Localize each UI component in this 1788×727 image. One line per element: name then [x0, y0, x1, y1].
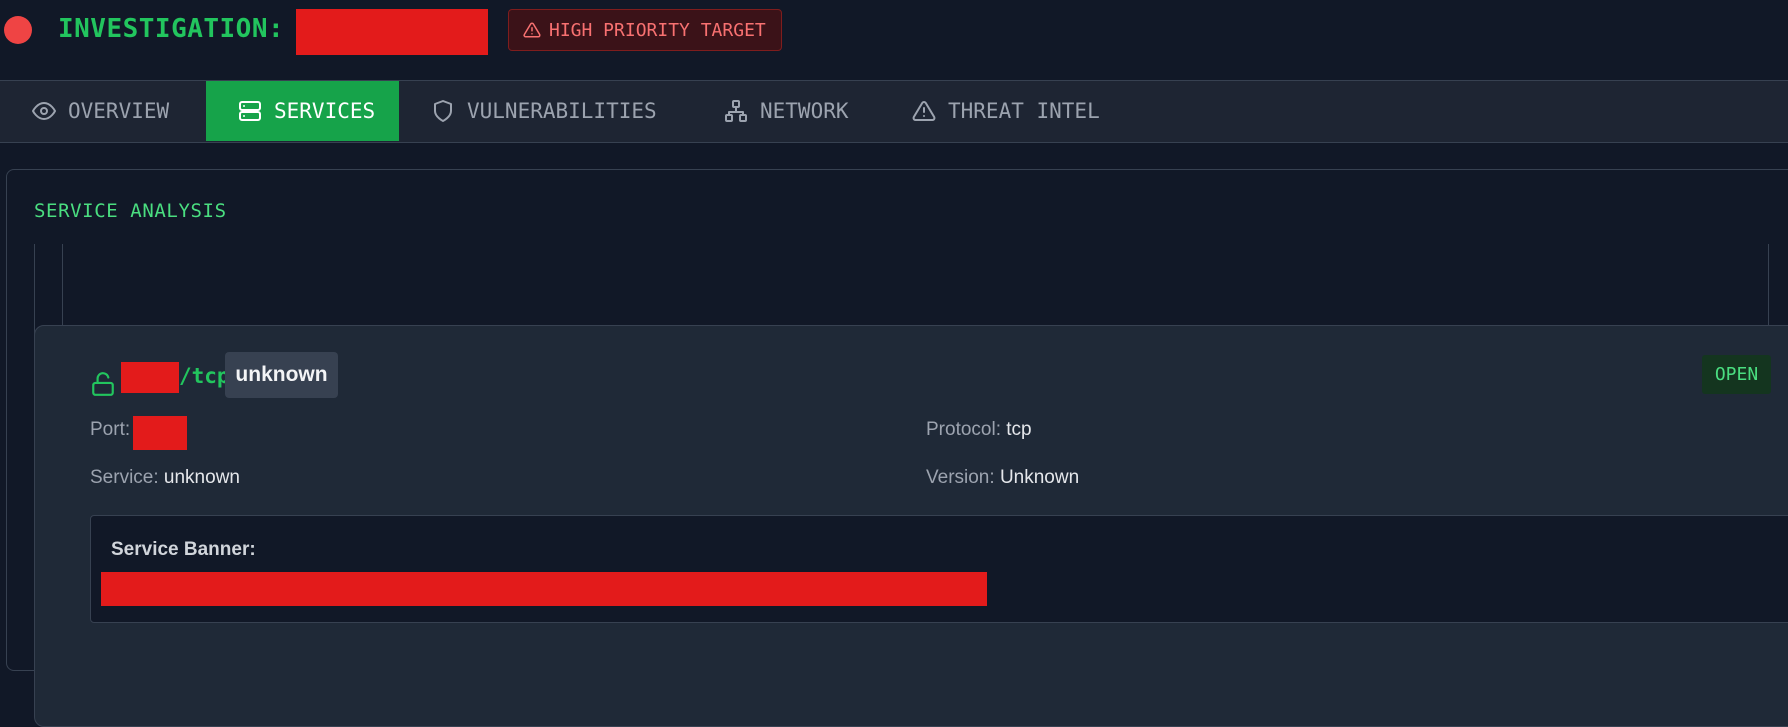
investigation-title: INVESTIGATION: [58, 14, 285, 44]
tab-label: NETWORK [760, 99, 849, 123]
priority-badge: HIGH PRIORITY TARGET [508, 9, 782, 51]
service-banner-label: Service Banner: [111, 539, 256, 560]
tab-bar: OVERVIEW SERVICES VULNERABILITIES NETWOR… [0, 81, 1788, 143]
priority-badge-label: HIGH PRIORITY TARGET [549, 19, 766, 41]
version-label: Version: [926, 467, 995, 488]
service-label: Service: [90, 467, 159, 488]
service-banner-box: Service Banner: [90, 515, 1788, 623]
port-state-badge: OPEN [1702, 355, 1771, 394]
status-dot [4, 16, 32, 44]
protocol-value: tcp [1006, 419, 1032, 440]
redacted-port [121, 362, 179, 393]
redacted-target [296, 9, 488, 55]
tab-threat-intel[interactable]: THREAT INTEL [880, 81, 1120, 141]
service-analysis-panel: SERVICE ANALYSIS /tcp unknown OPEN Port:… [6, 169, 1788, 727]
panel-title: SERVICE ANALYSIS [34, 200, 227, 222]
tab-network[interactable]: NETWORK [692, 81, 880, 141]
shield-icon [434, 100, 452, 122]
tab-label: THREAT INTEL [948, 99, 1100, 123]
warning-icon [523, 22, 541, 38]
warning-icon [912, 100, 936, 121]
redacted-port-value [133, 416, 187, 450]
service-field: Service: unknown [90, 467, 240, 489]
tab-label: SERVICES [274, 99, 376, 123]
tab-services[interactable]: SERVICES [206, 81, 399, 141]
version-field: Version: Unknown [926, 467, 1079, 489]
service-value: unknown [163, 467, 240, 488]
tab-label: VULNERABILITIES [467, 99, 657, 123]
investigation-header: INVESTIGATION: HIGH PRIORITY TARGET [0, 0, 1788, 81]
port-label: Port: [90, 419, 131, 440]
port-field: Port: [90, 419, 130, 441]
tab-label: OVERVIEW [68, 99, 170, 123]
tab-vulnerabilities[interactable]: VULNERABILITIES [399, 81, 686, 141]
version-value: Unknown [999, 467, 1080, 488]
redacted-banner [101, 572, 987, 606]
server-icon [239, 101, 261, 121]
service-name-badge: unknown [225, 352, 338, 398]
protocol-label: Protocol: [926, 419, 1001, 440]
unlock-icon [92, 372, 114, 396]
service-card: /tcp unknown OPEN Port: Service: unknown… [34, 325, 1788, 727]
protocol-field: Protocol: tcp [926, 419, 1032, 441]
network-icon [725, 100, 747, 122]
tab-overview[interactable]: OVERVIEW [0, 81, 206, 141]
eye-icon [32, 102, 56, 120]
service-protocol-suffix: /tcp [179, 364, 230, 388]
